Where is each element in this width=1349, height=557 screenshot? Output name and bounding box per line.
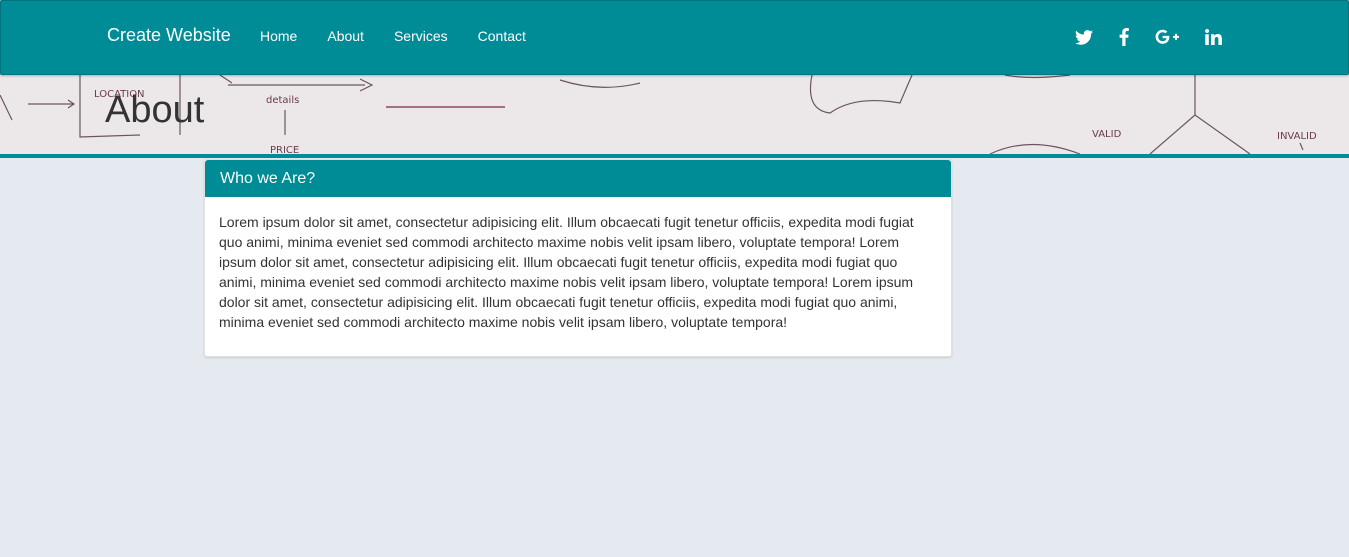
sketch-label-valid: VALID xyxy=(1092,129,1122,140)
google-plus-icon[interactable] xyxy=(1155,27,1179,47)
nav-contact-link[interactable]: Contact xyxy=(478,28,526,44)
hero-banner: LOCATION details VALID INVALID PRICE Abo… xyxy=(0,75,1349,158)
nav-home-link[interactable]: Home xyxy=(260,28,297,44)
panel-body-text: Lorem ipsum dolor sit amet, consectetur … xyxy=(219,214,914,330)
linkedin-icon[interactable] xyxy=(1205,27,1222,47)
page-title: About xyxy=(105,89,205,131)
nav-about-link[interactable]: About xyxy=(327,28,364,44)
nav-links: Home About Services Contact xyxy=(260,28,556,44)
who-we-are-panel: Who we Are? Lorem ipsum dolor sit amet, … xyxy=(204,159,952,357)
sketch-label-details: details xyxy=(266,95,299,106)
navbar: Create Website Home About Services Conta… xyxy=(0,0,1349,75)
social-links xyxy=(1075,27,1248,47)
facebook-icon[interactable] xyxy=(1119,27,1129,47)
panel-heading: Who we Are? xyxy=(205,160,951,197)
sketch-label-price: PRICE xyxy=(270,145,299,154)
nav-services-link[interactable]: Services xyxy=(394,28,448,44)
twitter-icon[interactable] xyxy=(1075,27,1093,47)
sketch-label-invalid: INVALID xyxy=(1277,131,1317,142)
brand-link[interactable]: Create Website xyxy=(107,25,231,46)
